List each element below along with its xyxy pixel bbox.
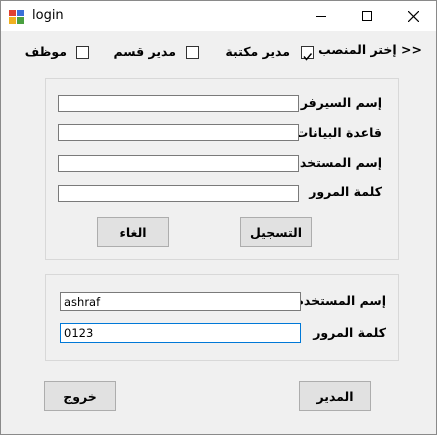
- server-label: إسم السيرفر: [300, 95, 382, 110]
- login-password-input[interactable]: [60, 323, 301, 343]
- close-button[interactable]: [390, 1, 436, 31]
- login-password-label: كلمة المرور: [313, 325, 386, 340]
- minimize-button[interactable]: [298, 1, 344, 31]
- title-bar: login: [1, 1, 436, 31]
- window-title: login: [32, 8, 64, 23]
- role-prompt-label: إختر المنصب >>: [318, 42, 422, 57]
- database-label: قاعدة البيانات: [295, 125, 382, 140]
- minimize-icon: [316, 16, 326, 17]
- register-username-label: إسم المستخدم: [290, 155, 382, 170]
- register-button[interactable]: التسجيل: [240, 217, 312, 247]
- register-username-input[interactable]: [58, 155, 299, 172]
- database-input[interactable]: [58, 124, 299, 141]
- register-password-input[interactable]: [58, 185, 299, 202]
- role-library-manager-checkbox[interactable]: [301, 46, 314, 61]
- cancel-button[interactable]: الغاء: [97, 217, 169, 247]
- login-username-input[interactable]: [60, 292, 301, 311]
- role-employee-label[interactable]: موظف: [25, 44, 67, 59]
- login-group: [45, 274, 399, 361]
- login-username-label: إسم المستخدم: [294, 293, 386, 308]
- role-department-manager-label[interactable]: مدير قسم: [114, 44, 177, 59]
- login-window: login إختر المنصب >> مدير مكتبة مدير قسم…: [0, 0, 437, 435]
- client-area: إختر المنصب >> مدير مكتبة مدير قسم موظف …: [1, 31, 436, 434]
- check-icon: [303, 53, 313, 61]
- admin-button[interactable]: المدير: [299, 381, 371, 411]
- close-icon: [407, 10, 419, 22]
- app-icon: [9, 9, 24, 24]
- maximize-button[interactable]: [344, 1, 390, 31]
- maximize-icon: [362, 11, 372, 21]
- register-password-label: كلمة المرور: [309, 184, 382, 199]
- role-department-manager-checkbox[interactable]: [186, 46, 199, 59]
- server-input[interactable]: [58, 95, 299, 112]
- exit-button[interactable]: خروج: [44, 381, 116, 411]
- role-library-manager-label[interactable]: مدير مكتبة: [225, 44, 290, 59]
- role-employee-checkbox[interactable]: [76, 46, 89, 59]
